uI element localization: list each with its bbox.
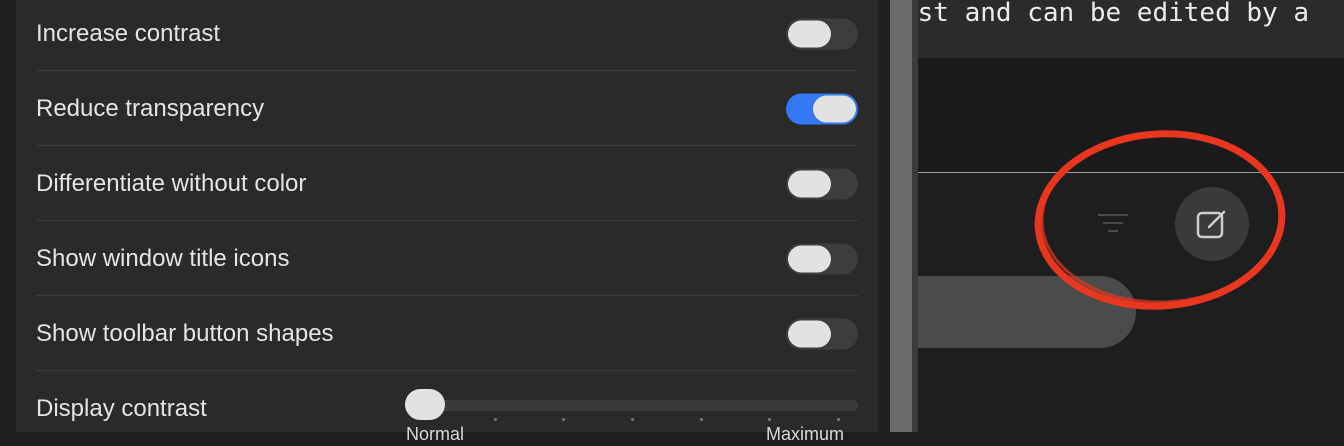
toggle-knob <box>813 95 856 122</box>
red-circle-annotation <box>1034 130 1286 310</box>
display-contrast-slider-knob[interactable] <box>405 389 445 420</box>
text-area: ost and can be edited by a <box>918 0 1344 58</box>
show-toolbar-button-shapes-toggle[interactable] <box>786 318 858 349</box>
toggle-knob <box>788 170 831 197</box>
slider-tick <box>562 418 565 421</box>
slider-tick <box>700 418 703 421</box>
show-toolbar-button-shapes-row: Show toolbar button shapes <box>36 296 858 371</box>
slider-max-label: Maximum <box>766 424 845 444</box>
show-toolbar-button-shapes-label: Show toolbar button shapes <box>36 319 334 347</box>
slider-tick <box>768 418 771 421</box>
toggle-knob <box>788 245 831 272</box>
slider-tick <box>494 418 497 421</box>
reduce-transparency-toggle[interactable] <box>786 93 858 124</box>
differentiate-without-color-row: Differentiate without color <box>36 146 858 221</box>
slider-tick <box>631 418 634 421</box>
toggle-knob <box>788 20 831 47</box>
show-window-title-icons-toggle[interactable] <box>786 243 858 274</box>
display-contrast-label: Display contrast <box>36 394 207 422</box>
slider-tick <box>837 418 840 421</box>
increase-contrast-label: Increase contrast <box>36 19 221 47</box>
reduce-transparency-row: Reduce transparency <box>36 71 858 146</box>
show-window-title-icons-row: Show window title icons <box>36 221 858 296</box>
slider-min-label: Normal <box>406 424 465 444</box>
reduce-transparency-label: Reduce transparency <box>36 94 265 122</box>
toggle-knob <box>788 320 831 347</box>
show-window-title-icons-label: Show window title icons <box>36 244 290 272</box>
differentiate-without-color-label: Differentiate without color <box>36 169 307 197</box>
differentiate-without-color-toggle[interactable] <box>786 168 858 199</box>
display-contrast-slider[interactable] <box>406 400 858 411</box>
body-text-fragment: ost and can be edited by a <box>918 0 1309 28</box>
increase-contrast-toggle[interactable] <box>786 18 858 49</box>
window-divider <box>890 0 912 432</box>
increase-contrast-row: Increase contrast <box>36 0 858 71</box>
